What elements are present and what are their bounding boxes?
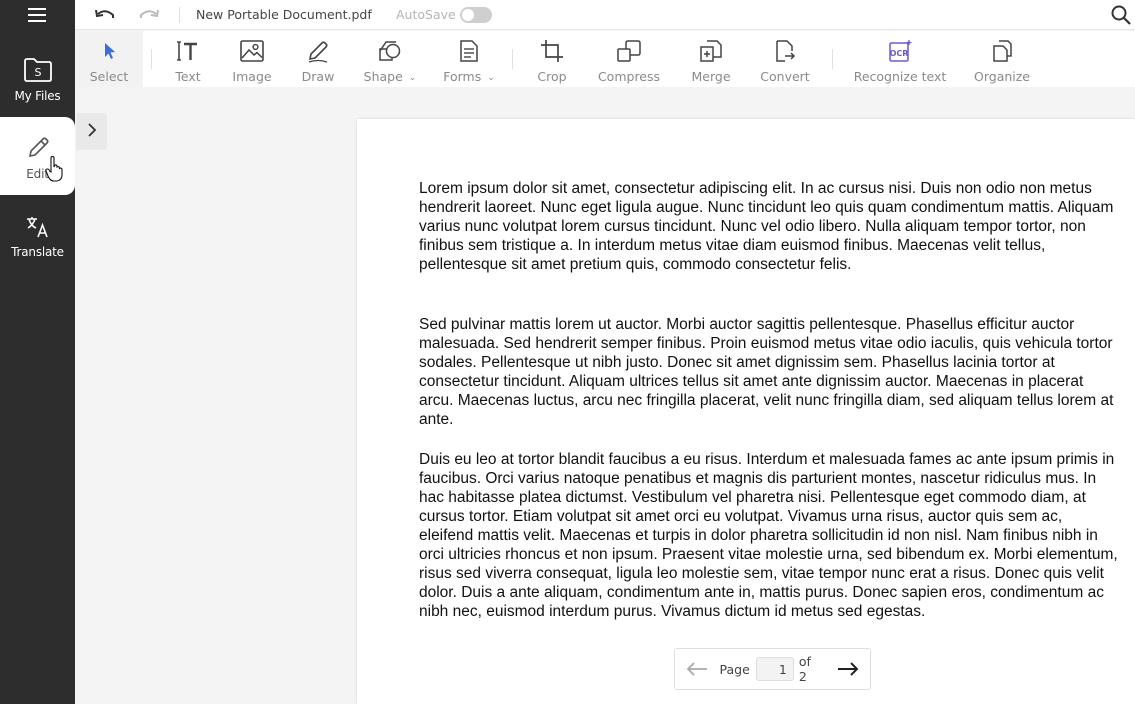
paragraph: Sed pulvinar mattis lorem ut auctor. Mor… (419, 316, 1114, 428)
tool-label: Forms (443, 69, 482, 84)
shape-icon (377, 39, 403, 63)
tool-organize[interactable]: Organize (969, 31, 1035, 87)
svg-text:S: S (34, 66, 41, 79)
merge-icon (699, 39, 723, 63)
paragraph: Lorem ipsum dolor sit amet, consectetur … (419, 180, 1114, 273)
tool-recognize-text[interactable]: OCR Recognize text (853, 31, 947, 87)
convert-icon (773, 39, 797, 63)
sidebar-item-translate[interactable]: Translate (0, 195, 75, 273)
chevron-down-icon: ⌄ (408, 73, 417, 83)
hamburger-menu-icon[interactable] (23, 3, 51, 27)
tool-draw[interactable]: Draw (293, 31, 343, 87)
tool-label: Organize (974, 69, 1030, 84)
page-total-label: of 2 (798, 654, 811, 684)
pen-icon (306, 39, 330, 63)
autosave-label: AutoSave (396, 7, 456, 22)
tool-merge[interactable]: Merge (685, 31, 737, 87)
forms-icon (457, 39, 481, 63)
tool-label-wrap: Forms ⌄ (443, 69, 495, 84)
search-icon[interactable] (1109, 3, 1133, 27)
tool-compress[interactable]: Compress (592, 31, 666, 87)
tool-crop[interactable]: Crop (527, 31, 577, 87)
tool-image[interactable]: Image (225, 31, 279, 87)
compress-icon (616, 39, 642, 63)
tool-label: Convert (760, 69, 810, 84)
tool-convert[interactable]: Convert (755, 31, 815, 87)
page-navigator: Page of 2 (674, 648, 871, 690)
left-sidebar: S My Files Edit Translate (0, 0, 75, 704)
folder-icon: S (23, 57, 53, 83)
tool-forms[interactable]: Forms ⌄ (437, 31, 501, 87)
divider (832, 49, 833, 69)
divider (151, 49, 152, 69)
crop-icon (540, 39, 564, 63)
tool-label: Select (89, 69, 129, 84)
text-icon (176, 39, 200, 63)
image-icon (239, 39, 265, 63)
sidebar-item-label: Translate (11, 245, 64, 259)
tool-label: Merge (691, 69, 731, 84)
document-page[interactable]: Lorem ipsum dolor sit amet, consectetur … (357, 119, 1135, 704)
tool-label: Compress (597, 69, 661, 84)
translate-icon (25, 215, 51, 239)
paragraph: Duis eu leo at tortor blandit faucibus a… (419, 451, 1118, 620)
tool-text[interactable]: Text (161, 31, 215, 87)
hand-pointer-icon (45, 155, 65, 186)
toggle-knob (462, 9, 474, 21)
autosave-toggle[interactable] (460, 7, 492, 23)
chevron-down-icon: ⌄ (487, 73, 495, 83)
tool-ribbon: Select Text Image Draw Shape ⌄ Forms ⌄ Cro… (75, 31, 1135, 87)
top-bar: New Portable Document.pdf AutoSave (75, 0, 1135, 30)
undo-icon[interactable] (93, 5, 117, 25)
tool-shape[interactable]: Shape ⌄ (357, 31, 423, 87)
page-label: Page (719, 661, 750, 677)
tool-label: Text (175, 69, 201, 84)
tool-label: Crop (537, 69, 567, 84)
divider (179, 7, 180, 23)
arrow-left-icon[interactable] (685, 659, 710, 679)
divider (512, 49, 513, 69)
tool-label: Image (232, 69, 272, 84)
page-number-input[interactable] (755, 657, 794, 681)
tool-label: Shape (363, 69, 403, 84)
tool-label-wrap: Shape ⌄ (364, 69, 417, 84)
cursor-icon (98, 39, 120, 63)
organize-icon (990, 39, 1014, 63)
expand-panel-button[interactable] (76, 113, 107, 150)
svg-text:OCR: OCR (890, 49, 909, 58)
sidebar-item-my-files[interactable]: S My Files (0, 39, 75, 117)
tool-label: Draw (301, 69, 335, 84)
sidebar-item-label: My Files (14, 89, 61, 103)
ocr-icon: OCR (887, 39, 913, 63)
tool-select[interactable]: Select (75, 31, 143, 87)
document-title[interactable]: New Portable Document.pdf (196, 7, 372, 22)
arrow-right-icon[interactable] (835, 659, 860, 679)
chevron-right-icon (86, 122, 98, 142)
tool-label: Recognize text (853, 69, 947, 84)
redo-icon[interactable] (137, 5, 161, 25)
